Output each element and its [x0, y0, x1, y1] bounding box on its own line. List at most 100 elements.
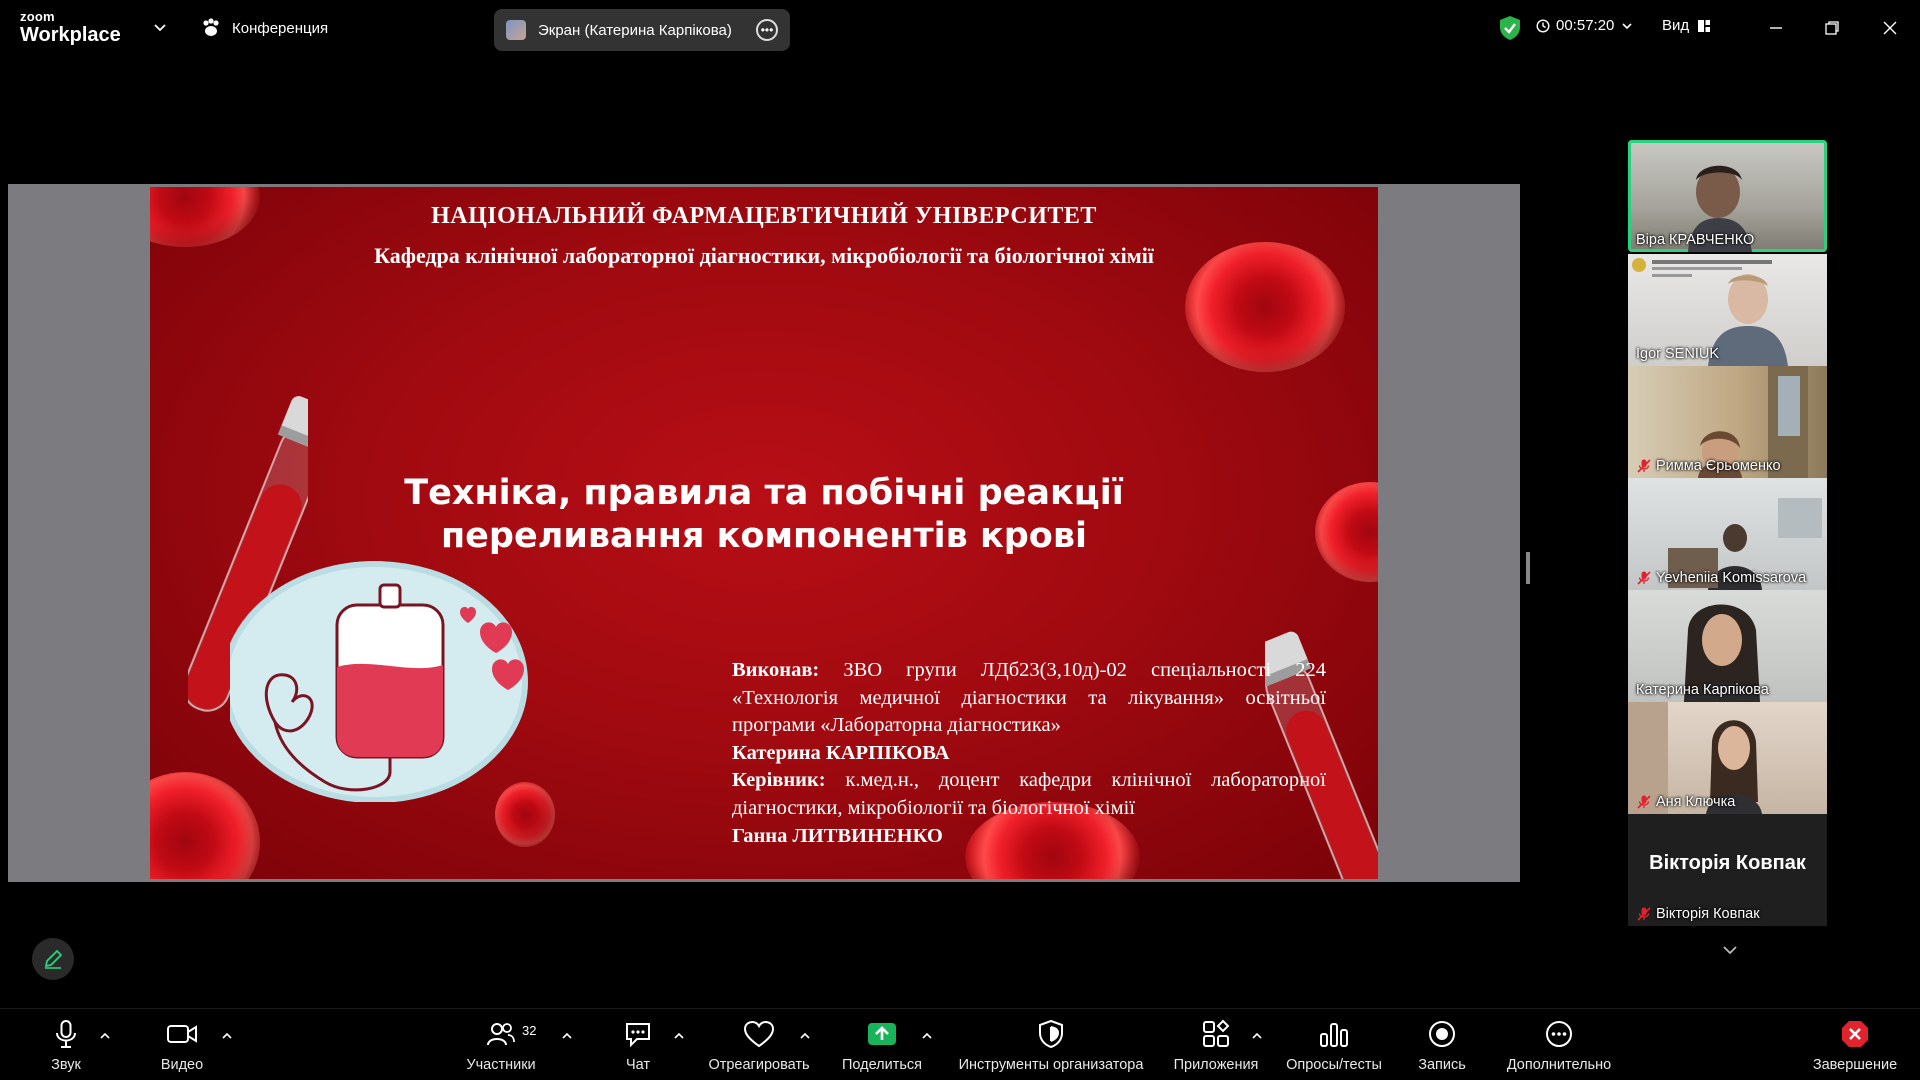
chevron-up-icon[interactable] — [98, 1029, 112, 1043]
restore-button[interactable] — [1818, 14, 1846, 42]
paw-icon — [203, 18, 219, 36]
pencil-icon — [44, 949, 63, 969]
supervisor-line: Керівник: к.мед.н., доцент кафедри кліні… — [732, 767, 1326, 822]
top-bar: zoom Workplace Конференция Экран (Катери… — [0, 0, 1920, 56]
chevron-down-icon — [1622, 22, 1632, 29]
chevron-up-icon[interactable] — [672, 1029, 686, 1043]
host-tools-button[interactable]: Инструменты организатора — [952, 1017, 1150, 1075]
chat-button[interactable]: Чат — [620, 1017, 656, 1075]
participant-tile[interactable]: Катерина Карпікова — [1628, 590, 1827, 702]
mic-muted-icon — [1637, 571, 1651, 585]
mic-muted-icon — [1637, 795, 1651, 809]
performer-name: Катерина КАРПІКОВА — [732, 741, 950, 764]
end-meeting-icon — [1842, 1021, 1868, 1047]
audio-button[interactable]: Звук — [46, 1017, 86, 1075]
screen-share-indicator[interactable]: Экран (Катерина Карпікова) ••• — [494, 9, 790, 51]
meeting-timer[interactable]: 00:57:20 — [1536, 17, 1634, 34]
slide-title: Техніка, правила та побічні реакції пере… — [150, 472, 1378, 558]
blood-bag-illustration — [230, 561, 528, 802]
view-label: Вид — [1662, 17, 1690, 34]
react-button[interactable]: Отреагировать — [704, 1017, 814, 1075]
zoom-logo: zoom Workplace — [20, 10, 121, 45]
meeting-info-button[interactable]: Конференция — [200, 16, 328, 40]
minimize-icon — [1770, 27, 1782, 29]
apps-label: Приложения — [1173, 1057, 1259, 1073]
participants-icon — [487, 1023, 515, 1046]
view-button[interactable]: Вид — [1662, 17, 1711, 34]
host-tools-label: Инструменты организатора — [958, 1057, 1144, 1073]
chevron-up-icon[interactable] — [920, 1029, 934, 1043]
video-button[interactable]: Видео — [158, 1017, 206, 1075]
supervisor-name: Ганна ЛИТВИНЕНКО — [732, 824, 943, 847]
heart-icon — [743, 1020, 775, 1048]
slide-title-line-2: переливання компонентів крові — [440, 516, 1087, 556]
presentation-slide: НАЦІОНАЛЬНИЙ ФАРМАЦЕВТИЧНИЙ УНІВЕРСИТЕТ … — [150, 187, 1378, 879]
slide-university: НАЦІОНАЛЬНИЙ ФАРМАЦЕВТИЧНИЙ УНІВЕРСИТЕТ — [431, 203, 1097, 229]
meeting-toolbar: Звук Видео Участники 32 Чат Отреагироват… — [0, 1008, 1920, 1080]
chat-bubble-icon — [626, 1023, 650, 1048]
participant-tile[interactable]: Вікторія Ковпак Вікторія Ковпак — [1628, 814, 1827, 926]
more-button[interactable]: Дополнительно — [1502, 1017, 1616, 1075]
microphone-icon — [56, 1020, 76, 1048]
participant-tile[interactable]: Римма Єрьоменко — [1628, 366, 1827, 478]
more-icon — [1546, 1021, 1572, 1047]
meeting-label: Конференция — [232, 19, 329, 37]
mic-muted-icon — [1637, 907, 1651, 921]
slide-author-info: Виконав: ЗВО групи ЛДб23(3,10д)-02 спеці… — [732, 657, 1326, 850]
participant-name: Віра КРАВЧЕНКО — [1636, 232, 1755, 248]
chevron-up-icon[interactable] — [220, 1029, 234, 1043]
security-shield-icon[interactable] — [1498, 15, 1522, 41]
video-camera-icon — [167, 1025, 197, 1043]
chevron-down-icon[interactable] — [150, 18, 170, 38]
participant-name: Римма Єрьоменко — [1636, 458, 1781, 474]
participant-tile[interactable]: Аня Ключка — [1628, 702, 1827, 814]
chevron-up-icon[interactable] — [1250, 1029, 1264, 1043]
participant-name: Igor SENIUK — [1636, 346, 1719, 362]
share-screen-icon — [868, 1023, 896, 1045]
logo-zoom-text: zoom — [20, 9, 55, 24]
chat-label: Чат — [625, 1057, 651, 1073]
end-meeting-button[interactable]: Завершение — [1810, 1017, 1900, 1075]
minimize-button[interactable] — [1762, 14, 1790, 42]
apps-icon — [1203, 1019, 1230, 1047]
react-label: Отреагировать — [708, 1057, 810, 1073]
shield-icon — [1039, 1019, 1063, 1049]
chevron-up-icon[interactable] — [560, 1029, 574, 1043]
participant-tile[interactable]: Yevheniia Komissarova — [1628, 478, 1827, 590]
performer-label: Виконав: — [732, 659, 820, 681]
audio-label: Звук — [51, 1057, 81, 1073]
supervisor-label: Керівник: — [732, 769, 826, 792]
slide-title-line-1: Техніка, правила та побічні реакції — [404, 473, 1124, 513]
chevron-down-icon — [1723, 946, 1737, 955]
share-title: Экран (Катерина Карпікова) — [538, 21, 732, 39]
participants-label: Участники — [466, 1057, 536, 1073]
bar-chart-icon — [1320, 1023, 1348, 1047]
more-label: Дополнительно — [1506, 1057, 1612, 1073]
close-button[interactable] — [1876, 14, 1904, 42]
participant-name: Вікторія Ковпак — [1636, 906, 1760, 922]
gallery-scroll-down-button[interactable] — [1680, 930, 1780, 970]
record-button[interactable]: Запись — [1414, 1017, 1470, 1075]
more-options-icon[interactable]: ••• — [756, 19, 778, 41]
apps-button[interactable]: Приложения — [1168, 1017, 1264, 1075]
participant-name: Катерина Карпікова — [1636, 682, 1769, 698]
record-icon — [1429, 1021, 1455, 1047]
annotate-button[interactable] — [32, 938, 74, 980]
logo-workplace-text: Workplace — [20, 24, 121, 46]
polls-button[interactable]: Опросы/тесты — [1280, 1017, 1388, 1075]
close-icon — [1883, 21, 1897, 35]
chevron-up-icon[interactable] — [798, 1029, 812, 1043]
end-label: Завершение — [1812, 1057, 1898, 1073]
participant-tile[interactable]: Igor SENIUK — [1628, 254, 1827, 366]
participant-tile[interactable]: Віра КРАВЧЕНКО — [1628, 140, 1827, 252]
performer-text: ЗВО групи ЛДб23(3,10д)-02 спеціальності … — [732, 659, 1326, 737]
panel-resize-handle[interactable] — [1526, 552, 1530, 584]
participants-count: 32 — [522, 1023, 537, 1038]
record-label: Запись — [1418, 1057, 1466, 1073]
share-screen-button[interactable]: Поделиться — [838, 1017, 926, 1075]
sharer-avatar — [506, 20, 526, 40]
slide-department: Кафедра клінічної лабораторної діагности… — [374, 243, 1154, 268]
participant-name: Yevheniia Komissarova — [1636, 570, 1806, 586]
timer-text: 00:57:20 — [1556, 17, 1615, 34]
polls-label: Опросы/тесты — [1286, 1057, 1382, 1073]
